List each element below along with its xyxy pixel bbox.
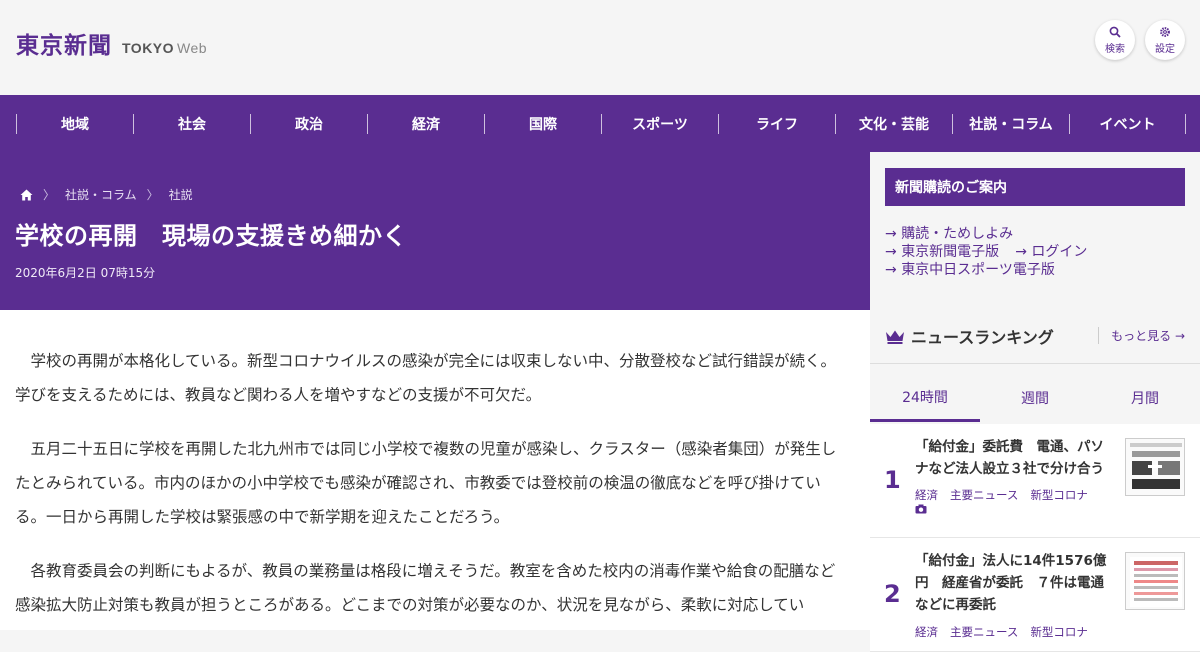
ranking-title: ニュースランキング	[911, 328, 1054, 347]
arrow-right-icon: →	[885, 244, 902, 260]
breadcrumb-editorial-column[interactable]: 社説・コラム	[65, 186, 137, 203]
tab-monthly[interactable]: 月間	[1090, 374, 1200, 422]
article-paragraph: 五月二十五日に学校を再開した北九州市では同じ小学校で複数の児童が感染し、クラスタ…	[15, 440, 837, 526]
article-body: 学校の再開が本格化している。新型コロナウイルスの感染が完全には収束しない中、分散…	[0, 310, 870, 630]
ranking-item[interactable]: 2 「給付金」法人に14件1576億円 経産省が委託 ７件は電通などに再委託 経…	[870, 538, 1200, 652]
ranking-thumbnail[interactable]	[1125, 552, 1185, 610]
login-link[interactable]: ログイン	[1031, 244, 1087, 260]
nav-item-economy[interactable]: 経済	[367, 113, 484, 134]
nav-item-life[interactable]: ライフ	[718, 113, 835, 134]
search-button[interactable]: 検索	[1095, 20, 1135, 60]
breadcrumb-separator: 〉	[43, 188, 56, 202]
nav-item-editorial[interactable]: 社説・コラム	[952, 113, 1069, 134]
nav-item-region[interactable]: 地域	[16, 113, 133, 134]
tag-link[interactable]: 新型コロナ	[1030, 624, 1088, 640]
ranking-item-title[interactable]: 「給付金」委託費 電通、パソナなど法人設立３社で分け合う	[915, 436, 1115, 480]
nav-item-sports[interactable]: スポーツ	[601, 113, 718, 134]
settings-button[interactable]: 設定	[1145, 20, 1185, 60]
article-date: 2020年6月2日 07時15分	[15, 266, 156, 280]
ranking-item-title[interactable]: 「給付金」法人に14件1576億円 経産省が委託 ７件は電通などに再委託	[915, 550, 1115, 616]
subscribe-heading: 新聞購読のご案内	[885, 168, 1185, 206]
article-title: 学校の再開 現場の支援きめ細かく	[15, 222, 407, 250]
ranking-thumbnail[interactable]	[1125, 438, 1185, 496]
gear-icon	[1160, 26, 1170, 37]
home-icon[interactable]	[20, 189, 33, 201]
search-label: 検索	[1105, 43, 1125, 55]
ranking-header: ニュースランキング もっと見る →	[885, 322, 1185, 350]
breadcrumb: 〉 社説・コラム 〉 社説	[20, 186, 193, 203]
breadcrumb-separator: 〉	[146, 188, 159, 202]
search-icon	[1109, 26, 1121, 38]
tag-link[interactable]: 主要ニュース	[950, 624, 1018, 640]
ranking-more-link[interactable]: もっと見る →	[1098, 327, 1185, 344]
nav-item-society[interactable]: 社会	[133, 113, 250, 134]
nav-item-events[interactable]: イベント	[1069, 113, 1186, 134]
arrow-right-icon: →	[885, 226, 902, 242]
article-paragraph: 各教育委員会の判断にもよるが、教員の業務量は格段に増えそうだ。教室を含めた校内の…	[15, 562, 836, 614]
ranking-item-tags: 経済 主要ニュース 新型コロナ	[915, 624, 1088, 640]
nav-item-international[interactable]: 国際	[484, 113, 601, 134]
sidebar: 新聞購読のご案内 → 購読・ためしよみ → 東京新聞電子版 → ログイン → 東京…	[870, 152, 1200, 652]
logo-jp: 東京新聞	[16, 32, 112, 59]
article-paragraph: 学校の再開が本格化している。新型コロナウイルスの感染が完全には収束しない中、分散…	[15, 352, 837, 404]
arrow-right-icon: →	[885, 262, 902, 278]
ranking-number: 2	[884, 580, 901, 608]
tag-link[interactable]: 経済	[915, 487, 938, 503]
site-logo[interactable]: 東京新聞 TOKYO Web	[16, 26, 207, 60]
ranking-number: 1	[884, 466, 901, 494]
arrow-right-icon: →	[1015, 244, 1032, 260]
divider	[870, 363, 1200, 364]
breadcrumb-editorial[interactable]: 社説	[169, 186, 193, 203]
arrow-right-icon: →	[1171, 329, 1185, 343]
article-hero: 〉 社説・コラム 〉 社説 学校の再開 現場の支援きめ細かく 2020年6月2日…	[0, 152, 870, 310]
ranking-item-tags: 経済 主要ニュース 新型コロナ	[915, 487, 1088, 503]
subscribe-link-sports[interactable]: 東京中日スポーツ電子版	[901, 262, 1055, 278]
ranking-tabs: 24時間 週間 月間	[870, 374, 1200, 422]
nav-item-politics[interactable]: 政治	[250, 113, 367, 134]
nav-item-culture[interactable]: 文化・芸能	[835, 113, 952, 134]
camera-icon	[915, 504, 927, 514]
crown-icon	[886, 330, 904, 344]
ranking-item[interactable]: 1 「給付金」委託費 電通、パソナなど法人設立３社で分け合う 経済 主要ニュース…	[870, 424, 1200, 538]
main-nav: 地域 社会 政治 経済 国際 スポーツ ライフ 文化・芸能 社説・コラム イベン…	[0, 95, 1200, 152]
tag-link[interactable]: 新型コロナ	[1030, 487, 1088, 503]
tag-link[interactable]: 経済	[915, 624, 938, 640]
site-header: 東京新聞 TOKYO Web 検索 設定	[0, 0, 1200, 95]
tab-24h[interactable]: 24時間	[870, 374, 980, 422]
settings-label: 設定	[1155, 43, 1175, 55]
subscribe-link-digital[interactable]: 東京新聞電子版	[901, 244, 999, 260]
tag-link[interactable]: 主要ニュース	[950, 487, 1018, 503]
ranking-list: 1 「給付金」委託費 電通、パソナなど法人設立３社で分け合う 経済 主要ニュース…	[870, 424, 1200, 652]
logo-en: TOKYO Web	[122, 40, 208, 56]
subscribe-links: → 購読・ためしよみ → 東京新聞電子版 → ログイン → 東京中日スポーツ電子版	[885, 225, 1087, 279]
tab-weekly[interactable]: 週間	[980, 374, 1090, 422]
subscribe-link-trial[interactable]: 購読・ためしよみ	[901, 226, 1013, 242]
